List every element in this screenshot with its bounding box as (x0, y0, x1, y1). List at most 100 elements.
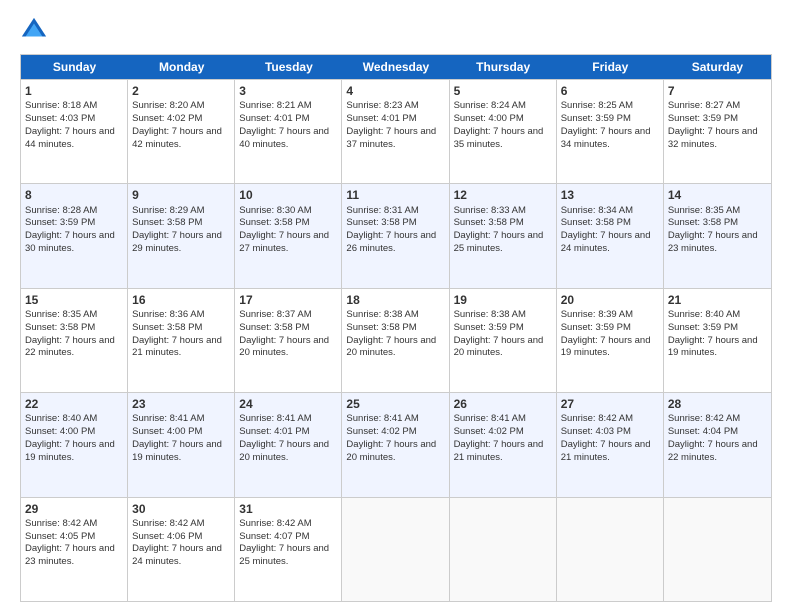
sunset: Sunset: 3:59 PM (561, 113, 631, 124)
sunset: Sunset: 3:58 PM (346, 322, 416, 333)
day-number: 28 (668, 396, 767, 412)
day-cell-11: 11Sunrise: 8:31 AMSunset: 3:58 PMDayligh… (342, 184, 449, 287)
sunset: Sunset: 3:58 PM (454, 217, 524, 228)
sunset: Sunset: 3:59 PM (668, 113, 738, 124)
day-cell-8: 8Sunrise: 8:28 AMSunset: 3:59 PMDaylight… (21, 184, 128, 287)
calendar-row-2: 8Sunrise: 8:28 AMSunset: 3:59 PMDaylight… (21, 183, 771, 287)
day-number: 9 (132, 187, 230, 203)
day-number: 23 (132, 396, 230, 412)
header-day-friday: Friday (557, 55, 664, 79)
daylight: Daylight: 7 hours and 42 minutes. (132, 126, 222, 150)
day-number: 4 (346, 83, 444, 99)
sunset: Sunset: 4:07 PM (239, 531, 309, 542)
sunset: Sunset: 4:02 PM (346, 426, 416, 437)
day-number: 6 (561, 83, 659, 99)
sunset: Sunset: 4:01 PM (239, 426, 309, 437)
day-number: 19 (454, 292, 552, 308)
sunrise: Sunrise: 8:39 AM (561, 309, 633, 320)
sunset: Sunset: 4:00 PM (132, 426, 202, 437)
sunrise: Sunrise: 8:20 AM (132, 100, 204, 111)
calendar-body: 1Sunrise: 8:18 AMSunset: 4:03 PMDaylight… (21, 79, 771, 601)
sunrise: Sunrise: 8:42 AM (239, 518, 311, 529)
sunset: Sunset: 4:06 PM (132, 531, 202, 542)
sunset: Sunset: 3:58 PM (132, 217, 202, 228)
daylight: Daylight: 7 hours and 21 minutes. (561, 439, 651, 463)
day-number: 22 (25, 396, 123, 412)
daylight: Daylight: 7 hours and 19 minutes. (668, 335, 758, 359)
sunset: Sunset: 3:58 PM (668, 217, 738, 228)
day-cell-15: 15Sunrise: 8:35 AMSunset: 3:58 PMDayligh… (21, 289, 128, 392)
daylight: Daylight: 7 hours and 22 minutes. (25, 335, 115, 359)
daylight: Daylight: 7 hours and 24 minutes. (561, 230, 651, 254)
sunrise: Sunrise: 8:42 AM (132, 518, 204, 529)
day-cell-27: 27Sunrise: 8:42 AMSunset: 4:03 PMDayligh… (557, 393, 664, 496)
calendar-row-5: 29Sunrise: 8:42 AMSunset: 4:05 PMDayligh… (21, 497, 771, 601)
day-cell-18: 18Sunrise: 8:38 AMSunset: 3:58 PMDayligh… (342, 289, 449, 392)
daylight: Daylight: 7 hours and 29 minutes. (132, 230, 222, 254)
daylight: Daylight: 7 hours and 23 minutes. (25, 543, 115, 567)
day-number: 8 (25, 187, 123, 203)
day-cell-29: 29Sunrise: 8:42 AMSunset: 4:05 PMDayligh… (21, 498, 128, 601)
calendar-header: SundayMondayTuesdayWednesdayThursdayFrid… (21, 55, 771, 79)
day-number: 10 (239, 187, 337, 203)
day-number: 17 (239, 292, 337, 308)
sunrise: Sunrise: 8:31 AM (346, 205, 418, 216)
empty-cell (342, 498, 449, 601)
sunset: Sunset: 3:59 PM (25, 217, 95, 228)
empty-cell (557, 498, 664, 601)
daylight: Daylight: 7 hours and 20 minutes. (239, 335, 329, 359)
day-number: 13 (561, 187, 659, 203)
day-cell-12: 12Sunrise: 8:33 AMSunset: 3:58 PMDayligh… (450, 184, 557, 287)
empty-cell (664, 498, 771, 601)
day-cell-16: 16Sunrise: 8:36 AMSunset: 3:58 PMDayligh… (128, 289, 235, 392)
sunrise: Sunrise: 8:42 AM (25, 518, 97, 529)
sunrise: Sunrise: 8:38 AM (346, 309, 418, 320)
daylight: Daylight: 7 hours and 35 minutes. (454, 126, 544, 150)
daylight: Daylight: 7 hours and 23 minutes. (668, 230, 758, 254)
sunrise: Sunrise: 8:42 AM (561, 413, 633, 424)
day-cell-31: 31Sunrise: 8:42 AMSunset: 4:07 PMDayligh… (235, 498, 342, 601)
daylight: Daylight: 7 hours and 44 minutes. (25, 126, 115, 150)
header-day-wednesday: Wednesday (342, 55, 449, 79)
daylight: Daylight: 7 hours and 20 minutes. (346, 439, 436, 463)
daylight: Daylight: 7 hours and 20 minutes. (239, 439, 329, 463)
sunset: Sunset: 3:59 PM (561, 322, 631, 333)
day-cell-22: 22Sunrise: 8:40 AMSunset: 4:00 PMDayligh… (21, 393, 128, 496)
daylight: Daylight: 7 hours and 30 minutes. (25, 230, 115, 254)
day-cell-20: 20Sunrise: 8:39 AMSunset: 3:59 PMDayligh… (557, 289, 664, 392)
day-cell-4: 4Sunrise: 8:23 AMSunset: 4:01 PMDaylight… (342, 80, 449, 183)
day-cell-23: 23Sunrise: 8:41 AMSunset: 4:00 PMDayligh… (128, 393, 235, 496)
sunrise: Sunrise: 8:33 AM (454, 205, 526, 216)
header-day-sunday: Sunday (21, 55, 128, 79)
sunrise: Sunrise: 8:41 AM (239, 413, 311, 424)
calendar-row-1: 1Sunrise: 8:18 AMSunset: 4:03 PMDaylight… (21, 79, 771, 183)
logo-icon (20, 16, 48, 44)
daylight: Daylight: 7 hours and 25 minutes. (239, 543, 329, 567)
day-number: 21 (668, 292, 767, 308)
sunset: Sunset: 3:58 PM (239, 217, 309, 228)
sunrise: Sunrise: 8:27 AM (668, 100, 740, 111)
day-cell-28: 28Sunrise: 8:42 AMSunset: 4:04 PMDayligh… (664, 393, 771, 496)
sunrise: Sunrise: 8:35 AM (668, 205, 740, 216)
day-cell-9: 9Sunrise: 8:29 AMSunset: 3:58 PMDaylight… (128, 184, 235, 287)
sunrise: Sunrise: 8:41 AM (346, 413, 418, 424)
sunset: Sunset: 3:59 PM (668, 322, 738, 333)
day-cell-5: 5Sunrise: 8:24 AMSunset: 4:00 PMDaylight… (450, 80, 557, 183)
day-number: 5 (454, 83, 552, 99)
day-number: 20 (561, 292, 659, 308)
day-cell-13: 13Sunrise: 8:34 AMSunset: 3:58 PMDayligh… (557, 184, 664, 287)
sunset: Sunset: 4:00 PM (25, 426, 95, 437)
day-number: 11 (346, 187, 444, 203)
day-number: 16 (132, 292, 230, 308)
day-number: 14 (668, 187, 767, 203)
daylight: Daylight: 7 hours and 37 minutes. (346, 126, 436, 150)
sunrise: Sunrise: 8:24 AM (454, 100, 526, 111)
sunrise: Sunrise: 8:42 AM (668, 413, 740, 424)
daylight: Daylight: 7 hours and 40 minutes. (239, 126, 329, 150)
day-number: 1 (25, 83, 123, 99)
sunset: Sunset: 3:58 PM (25, 322, 95, 333)
header-day-tuesday: Tuesday (235, 55, 342, 79)
day-number: 25 (346, 396, 444, 412)
sunrise: Sunrise: 8:40 AM (25, 413, 97, 424)
sunrise: Sunrise: 8:25 AM (561, 100, 633, 111)
